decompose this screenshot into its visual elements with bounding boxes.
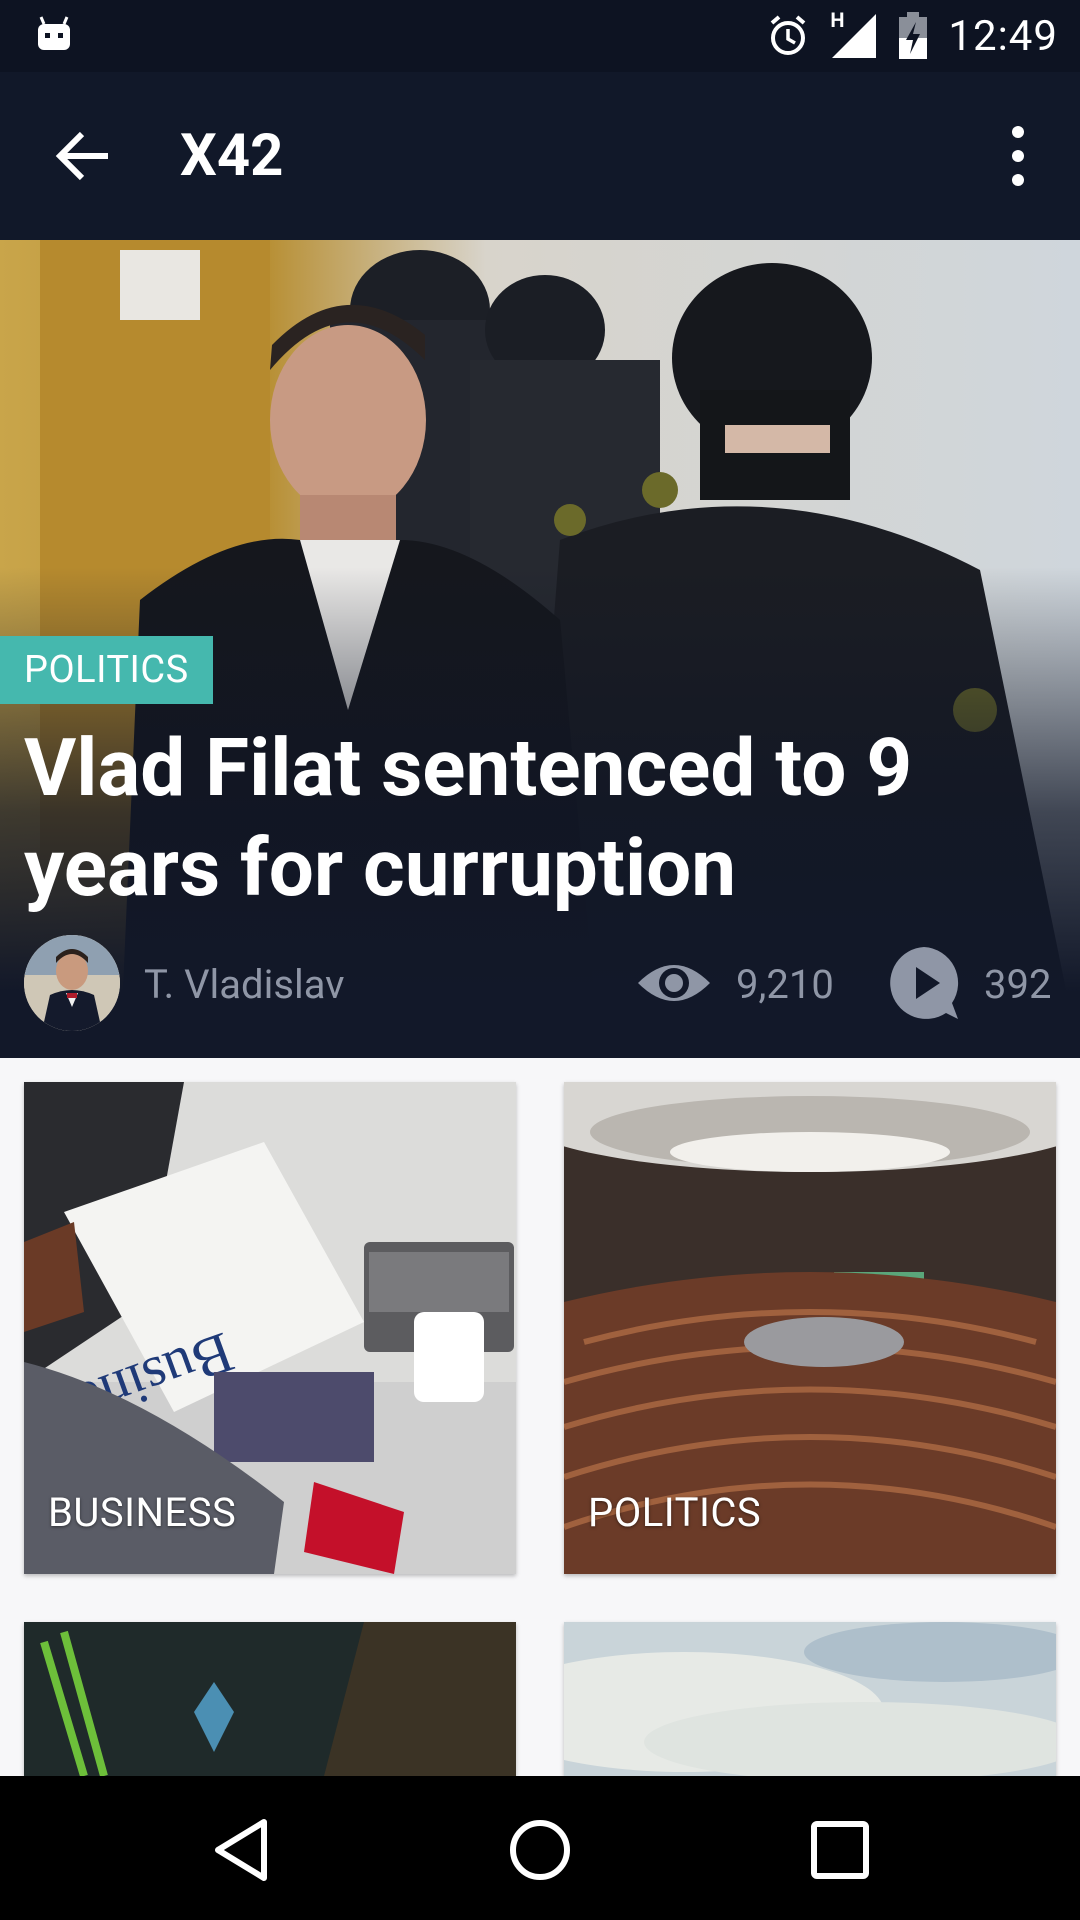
status-time: 12:49 [948, 11, 1058, 61]
arrow-back-icon[interactable] [52, 124, 116, 188]
alarm-icon [771, 15, 806, 55]
battery-charging-icon [899, 12, 928, 59]
eye-icon [638, 965, 710, 1001]
category-card-politics[interactable]: POLITICS [564, 1082, 1056, 1574]
category-card-sports[interactable] [24, 1622, 516, 1776]
nav-home-icon[interactable] [502, 1812, 578, 1888]
category-label: BUSINESS [48, 1489, 237, 1536]
category-card-business[interactable]: Business BUSINESS [24, 1082, 516, 1574]
comments-count: 392 [984, 961, 1052, 1008]
android-icon [38, 16, 70, 50]
status-bar: H 12:49 [0, 0, 1080, 72]
category-card-nature[interactable] [564, 1622, 1056, 1776]
category-label: POLITICS [588, 1489, 762, 1536]
article-meta: T. Vladislav 9,210 392 [0, 935, 1080, 1035]
category-badge[interactable]: POLITICS [0, 636, 213, 704]
sports-photo [24, 1622, 516, 1776]
views-count: 9,210 [736, 961, 834, 1008]
system-nav-bar [0, 1776, 1080, 1920]
nav-back-icon[interactable] [204, 1812, 280, 1888]
author-name[interactable]: T. Vladislav [144, 961, 345, 1008]
nature-photo [564, 1622, 1056, 1776]
comment-play-icon[interactable] [886, 945, 962, 1021]
nav-recents-icon[interactable] [802, 1812, 878, 1888]
author-avatar[interactable] [24, 935, 120, 1031]
featured-article[interactable]: POLITICS Vlad Filat sentenced to 9 years… [0, 240, 1080, 1058]
signal-icon: H [830, 8, 878, 60]
more-vert-icon[interactable] [994, 120, 1042, 192]
app-bar: X42 [0, 72, 1080, 240]
app-screen: H 12:49 X42 POLITICS Vlad Filat sentence… [0, 0, 1080, 1920]
article-headline[interactable]: Vlad Filat sentenced to 9 years for curr… [24, 718, 1044, 918]
app-title: X42 [180, 122, 284, 190]
